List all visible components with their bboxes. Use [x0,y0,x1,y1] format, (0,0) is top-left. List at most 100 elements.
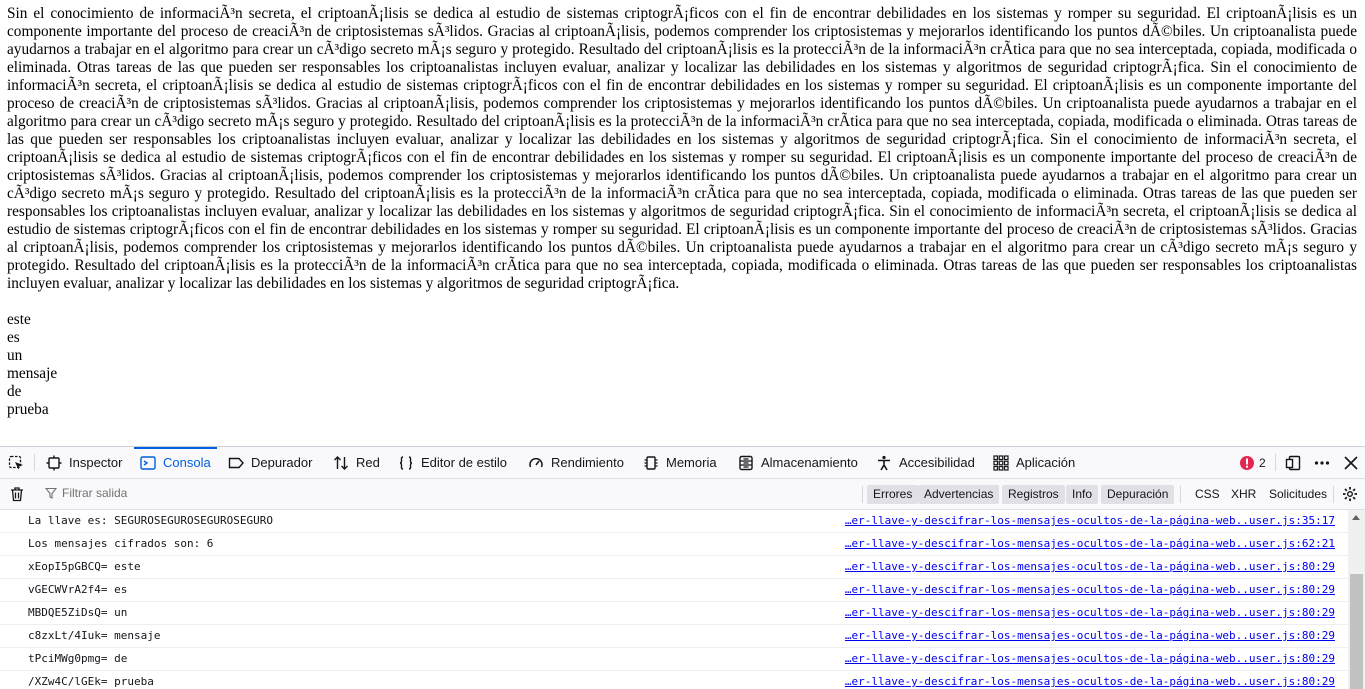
filter-logs-button[interactable]: Registros [1002,485,1065,504]
console-scrollbar[interactable] [1348,510,1365,689]
console-message-text: vGECWVrA2f4= es [28,583,128,596]
tab-debugger[interactable]: Depurador [228,447,312,478]
console-source-link[interactable]: …er-llave-y-descifrar-los-mensajes-ocult… [845,510,1335,532]
decrypted-word: prueba [7,401,49,418]
tab-label: Red [356,455,380,470]
console-source-link[interactable]: …er-llave-y-descifrar-los-mensajes-ocult… [845,579,1335,601]
console-source-link[interactable]: …er-llave-y-descifrar-los-mensajes-ocult… [845,671,1335,689]
scrollbar-thumb[interactable] [1350,574,1363,689]
filter-divider [862,486,863,503]
console-source-link[interactable]: …er-llave-y-descifrar-los-mensajes-ocult… [845,533,1335,555]
filter-requests-button[interactable]: Solicitudes [1269,485,1327,504]
tab-label: Consola [163,455,211,470]
filter-icon [45,487,57,499]
inspector-icon [46,455,62,471]
console-settings-button[interactable] [1342,486,1358,502]
tab-label: Accesibilidad [899,455,975,470]
tab-label: Editor de estilo [421,455,507,470]
tab-memory[interactable]: Memoria [643,447,717,478]
debugger-icon [228,455,244,471]
tab-label: Aplicación [1016,455,1076,470]
decrypted-words-list: este es un mensaje de prueba [0,311,1365,419]
gear-icon [1342,486,1358,502]
tab-inspector[interactable]: Inspector [46,447,122,478]
console-message-text: MBDQE5ZiDsQ= un [28,606,128,619]
filter-divider [1333,486,1334,503]
devtools-panel: Inspector Consola Depurador Red Editor d [0,446,1365,689]
filter-divider [1180,486,1181,503]
dock-toggle-button[interactable] [1285,447,1308,478]
decrypted-word: de [7,383,22,400]
scroll-up-arrow-icon[interactable] [1352,515,1360,520]
console-message: /XZw4C/lGEk= prueba …er-llave-y-descifra… [0,671,1348,689]
console-message: MBDQE5ZiDsQ= un …er-llave-y-descifrar-lo… [0,602,1348,625]
tab-network[interactable]: Red [333,447,380,478]
console-message-text: xEopI5pGBCQ= este [28,560,141,573]
tab-application[interactable]: Aplicación [993,447,1075,478]
console-message: La llave es: SEGUROSEGUROSEGUROSEGURO …e… [0,510,1348,533]
filter-info-button[interactable]: Info [1066,485,1099,504]
tab-label: Depurador [251,455,313,470]
storage-icon [738,455,754,471]
filter-output-input[interactable]: Filtrar salida [45,486,127,500]
more-options-icon [1314,455,1330,471]
dock-icon [1285,455,1301,471]
performance-icon [528,455,544,471]
console-message-text: Los mensajes cifrados son: 6 [28,537,214,550]
console-message-text: tPciMWg0pmg= de [28,652,128,665]
element-picker-button[interactable] [8,447,31,478]
network-icon [333,455,349,471]
more-options-button[interactable] [1314,447,1337,478]
tab-accessibility[interactable]: Accesibilidad [876,447,975,478]
console-message: Los mensajes cifrados son: 6 …er-llave-y… [0,533,1348,556]
tab-console[interactable]: Consola [134,447,217,478]
decrypted-word: mensaje [7,365,58,382]
console-message: vGECWVrA2f4= es …er-llave-y-descifrar-lo… [0,579,1348,602]
filter-placeholder: Filtrar salida [62,486,128,500]
console-message: tPciMWg0pmg= de …er-llave-y-descifrar-lo… [0,648,1348,671]
clear-console-button[interactable] [9,486,25,502]
devtools-toolbar: Inspector Consola Depurador Red Editor d [0,447,1365,479]
paragraph-text: Sin el conocimiento de informaciÃ³n secr… [0,0,1365,293]
element-picker-icon [8,455,24,471]
tab-label: Rendimiento [551,455,624,470]
console-message: xEopI5pGBCQ= este …er-llave-y-descifrar-… [0,556,1348,579]
tab-performance[interactable]: Rendimiento [528,447,624,478]
toolbar-divider [34,454,35,471]
console-source-link[interactable]: …er-llave-y-descifrar-los-mensajes-ocult… [845,648,1335,670]
accessibility-icon [876,455,892,471]
web-page-content: Sin el conocimiento de informaciÃ³n secr… [0,0,1365,446]
console-source-link[interactable]: …er-llave-y-descifrar-los-mensajes-ocult… [845,602,1335,624]
trash-icon [9,486,25,502]
application-icon [993,454,1009,471]
tab-storage[interactable]: Almacenamiento [738,447,858,478]
error-count-button[interactable]: 2 [1240,447,1266,478]
paragraph-repeat-1: Sin el conocimiento de informaciÃ³n secr… [7,5,1357,76]
console-message-text: c8zxLt/4Iuk= mensaje [28,629,161,642]
close-icon [1343,455,1359,471]
console-source-link[interactable]: …er-llave-y-descifrar-los-mensajes-ocult… [845,625,1335,647]
filter-css-button[interactable]: CSS [1195,485,1220,504]
close-devtools-button[interactable] [1343,447,1365,478]
tab-label: Almacenamiento [761,455,858,470]
tab-label: Inspector [69,455,123,470]
toolbar-divider [1275,454,1276,471]
console-filter-bar: Filtrar salida Errores Advertencias Regi… [0,479,1365,510]
style-editor-icon [398,455,414,471]
console-icon [140,455,156,471]
filter-xhr-button[interactable]: XHR [1231,485,1256,504]
console-message-text: /XZw4C/lGEk= prueba [28,675,154,688]
error-icon [1240,455,1254,470]
decrypted-word: un [7,347,23,364]
filter-errors-button[interactable]: Errores [867,485,919,504]
filter-warnings-button[interactable]: Advertencias [918,485,1000,504]
console-source-link[interactable]: …er-llave-y-descifrar-los-mensajes-ocult… [845,556,1335,578]
console-message-text: La llave es: SEGUROSEGUROSEGUROSEGURO [28,514,274,527]
filter-debug-button[interactable]: Depuración [1101,485,1175,504]
console-message: c8zxLt/4Iuk= mensaje …er-llave-y-descifr… [0,625,1348,648]
console-output: La llave es: SEGUROSEGUROSEGUROSEGURO …e… [0,510,1348,689]
memory-icon [643,455,659,471]
decrypted-word: este [7,311,31,328]
tab-style-editor[interactable]: Editor de estilo [398,447,507,478]
decrypted-word: es [7,329,20,346]
